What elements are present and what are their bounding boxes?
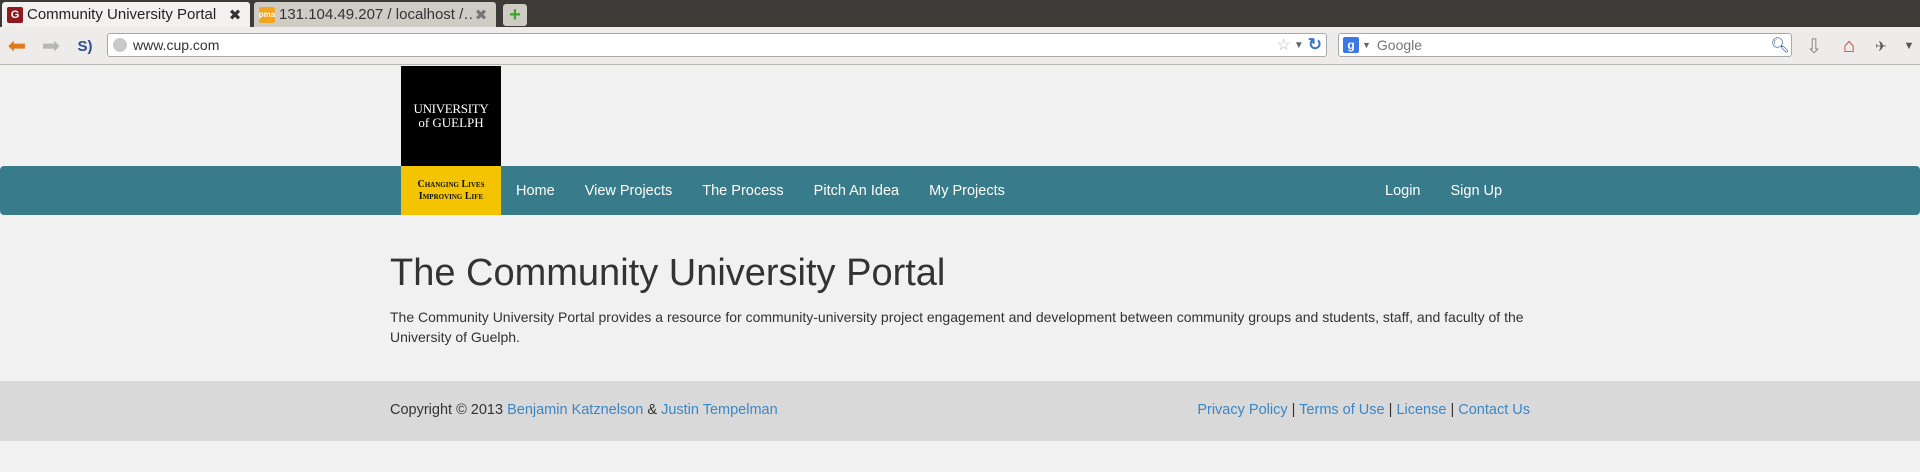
browser-toolbar: ⬅ ➡ S) www.cup.com ☆ ▼ ↻ g ▼ 🔍︎ ⇩ ⌂ ✈ ▼ bbox=[0, 27, 1920, 65]
search-input[interactable] bbox=[1376, 37, 1769, 53]
footer-links: Privacy Policy | Terms of Use | License … bbox=[1197, 402, 1530, 418]
page-title: The Community University Portal bbox=[390, 252, 946, 294]
nav-login[interactable]: Login bbox=[1370, 183, 1435, 199]
tab-strip: G Community University Portal ✖ pma 131.… bbox=[0, 0, 1920, 27]
page-description: The Community University Portal provides… bbox=[390, 309, 1524, 345]
tab-community-portal[interactable]: G Community University Portal ✖ bbox=[2, 2, 250, 27]
home-icon[interactable]: ⌂ bbox=[1836, 34, 1862, 58]
license-link[interactable]: License bbox=[1396, 402, 1446, 418]
author-link-katznelson[interactable]: Benjamin Katznelson bbox=[507, 402, 643, 418]
privacy-policy-link[interactable]: Privacy Policy bbox=[1197, 402, 1287, 418]
logo-wordmark: UNIVERSITY of GUELPH bbox=[401, 66, 501, 166]
university-logo[interactable]: UNIVERSITY of GUELPH Changing Lives Impr… bbox=[401, 66, 501, 215]
forward-arrow-icon[interactable]: ➡ bbox=[38, 33, 64, 58]
chevron-down-icon[interactable]: ▼ bbox=[1362, 40, 1371, 50]
download-icon[interactable]: ⇩ bbox=[1801, 34, 1827, 58]
chevron-down-icon[interactable]: ▼ bbox=[1294, 40, 1304, 51]
globe-icon bbox=[113, 38, 127, 52]
search-icon[interactable]: 🔍︎ bbox=[1769, 36, 1791, 54]
reload-icon[interactable]: ↻ bbox=[1308, 35, 1322, 55]
footer-separator: | bbox=[1291, 402, 1296, 418]
addon-s-icon[interactable]: S) bbox=[72, 34, 98, 58]
close-icon[interactable]: ✖ bbox=[226, 6, 244, 24]
star-icon[interactable]: ☆ bbox=[1277, 35, 1291, 55]
nav-view-projects[interactable]: View Projects bbox=[570, 183, 688, 199]
copyright-text: Copyright © 2013 bbox=[390, 402, 504, 418]
nav-pitch-an-idea[interactable]: Pitch An Idea bbox=[799, 183, 914, 199]
new-tab-button[interactable]: + bbox=[503, 4, 527, 26]
terms-of-use-link[interactable]: Terms of Use bbox=[1299, 402, 1384, 418]
footer-copyright: Copyright © 2013 Benjamin Katznelson & J… bbox=[390, 402, 778, 418]
chevron-down-icon[interactable]: ▼ bbox=[1896, 34, 1920, 58]
tab-phpmyadmin[interactable]: pma 131.104.49.207 / localhost /… ✖ bbox=[254, 2, 496, 27]
footer-separator: | bbox=[1450, 402, 1455, 418]
site-favicon-icon: G bbox=[7, 6, 23, 23]
account-nav: Login Sign Up bbox=[1370, 166, 1517, 215]
logo-tagline: Changing Lives Improving Life bbox=[401, 166, 501, 215]
contact-us-link[interactable]: Contact Us bbox=[1458, 402, 1530, 418]
close-icon[interactable]: ✖ bbox=[472, 6, 490, 24]
main-nav: Home View Projects The Process Pitch An … bbox=[501, 166, 1020, 215]
tab-title: Community University Portal bbox=[27, 6, 217, 23]
back-arrow-icon[interactable]: ⬅ bbox=[4, 33, 30, 58]
nav-home[interactable]: Home bbox=[501, 183, 570, 199]
phpmyadmin-favicon-icon: pma bbox=[259, 6, 275, 23]
url-text[interactable]: www.cup.com bbox=[133, 37, 1277, 53]
footer: Copyright © 2013 Benjamin Katznelson & J… bbox=[0, 381, 1920, 441]
plus-icon: + bbox=[509, 4, 521, 26]
google-icon[interactable]: g bbox=[1343, 37, 1359, 53]
nav-sign-up[interactable]: Sign Up bbox=[1435, 183, 1517, 199]
footer-separator: | bbox=[1388, 402, 1393, 418]
ampersand: & bbox=[647, 402, 658, 418]
search-bar[interactable]: g ▼ 🔍︎ bbox=[1338, 33, 1792, 57]
author-link-tempelman[interactable]: Justin Tempelman bbox=[661, 402, 778, 418]
addon-icon[interactable]: ✈ bbox=[1868, 34, 1894, 58]
tab-title: 131.104.49.207 / localhost /… bbox=[279, 6, 472, 23]
address-bar[interactable]: www.cup.com ☆ ▼ ↻ bbox=[107, 33, 1327, 57]
nav-the-process[interactable]: The Process bbox=[687, 183, 798, 199]
nav-my-projects[interactable]: My Projects bbox=[914, 183, 1020, 199]
